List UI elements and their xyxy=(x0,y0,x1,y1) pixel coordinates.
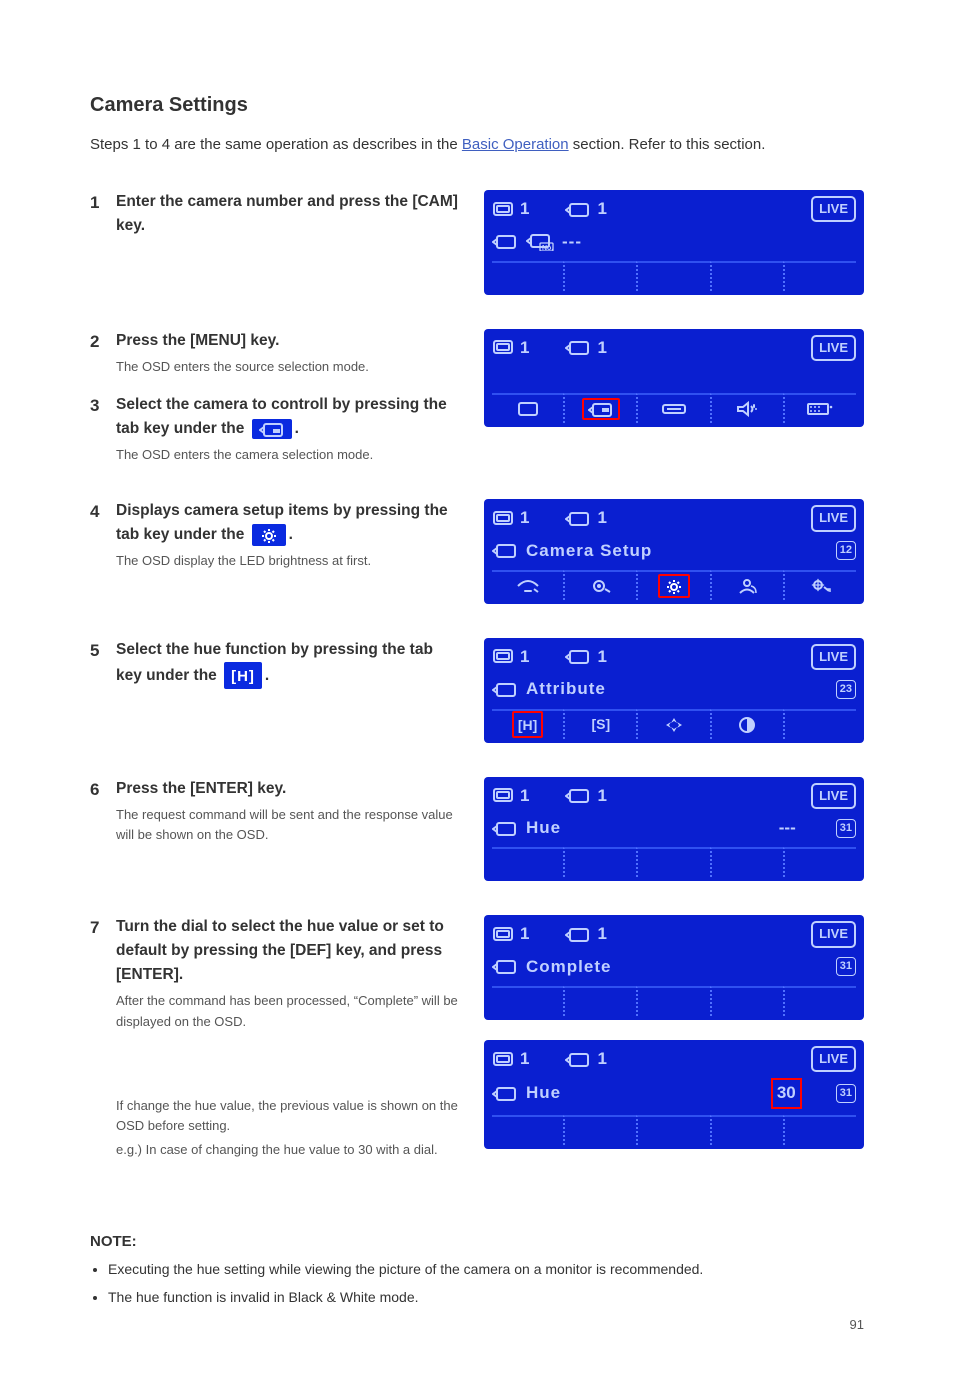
step-num-5: 5 xyxy=(90,638,116,664)
tab-spot[interactable] xyxy=(783,570,856,600)
intro-text: Steps 1 to 4 are the same operation as d… xyxy=(90,133,864,156)
note-title: NOTE: xyxy=(90,1230,864,1253)
step-7-sub2: If change the hue value, the previous va… xyxy=(116,1096,460,1136)
intro-pre: Steps 1 to 4 are the same operation as d… xyxy=(90,136,462,153)
step-7-sub: After the command has been processed, “C… xyxy=(116,991,460,1031)
monitor-icon xyxy=(492,335,514,361)
basic-operation-link[interactable]: Basic Operation xyxy=(462,136,569,153)
osd5-label: Hue xyxy=(526,815,561,841)
gear-icon-tag xyxy=(252,524,286,546)
tab-contrast[interactable] xyxy=(710,709,783,739)
step-num-3: 3 xyxy=(90,393,116,419)
tab-focus[interactable] xyxy=(563,570,636,600)
step-num-1: 1 xyxy=(90,190,116,216)
tab-bright[interactable] xyxy=(492,570,563,600)
osd-panel-6: 1 1 LIVE Complete 31 xyxy=(484,915,864,1020)
tab-camera[interactable] xyxy=(563,393,636,423)
step-3-sub: The OSD enters the camera selection mode… xyxy=(116,445,460,465)
camera-num: 1 xyxy=(597,196,606,222)
step-6-label: Press the [ENTER] key. xyxy=(116,780,286,797)
svg-text:No.: No. xyxy=(542,245,553,251)
osd5-value: --- xyxy=(779,815,796,841)
osd6-label: Complete xyxy=(526,954,611,980)
tab-slider[interactable] xyxy=(636,393,709,423)
tab-saturation[interactable]: [S] xyxy=(563,709,636,739)
monitor-icon xyxy=(492,196,514,222)
osd5-badge: 31 xyxy=(836,819,856,838)
tab-monitor[interactable] xyxy=(492,393,563,423)
step-1-label: Enter the camera number and press the [C… xyxy=(116,193,458,234)
intro-post: section. Refer to this section. xyxy=(573,136,766,153)
camera-icon-tag xyxy=(252,419,292,439)
step-4-sub: The OSD display the LED brightness at fi… xyxy=(116,551,460,571)
osd4-label: Attribute xyxy=(526,676,606,702)
osd3-label: Camera Setup xyxy=(526,538,652,564)
tab-keyboard[interactable] xyxy=(783,393,856,423)
step-7-label: Turn the dial to select the hue value or… xyxy=(116,918,444,983)
tab-setup[interactable] xyxy=(636,570,709,600)
osd1-value: --- xyxy=(562,229,582,255)
step-7-sub3: e.g.) In case of changing the hue value … xyxy=(116,1140,460,1160)
camera-icon xyxy=(492,229,518,255)
camera-no-icon: No. xyxy=(526,229,554,255)
section-title: Camera Settings xyxy=(90,90,864,121)
osd-panel-3: 1 1 LIVE Camera Setup 12 xyxy=(484,499,864,604)
step-num-4: 4 xyxy=(90,499,116,525)
note-section: NOTE: Executing the hue setting while vi… xyxy=(90,1230,864,1309)
tab-audio[interactable] xyxy=(710,393,783,423)
step-6-sub: The request command will be sent and the… xyxy=(116,805,460,845)
step-num-2: 2 xyxy=(90,329,116,355)
step-5-label: Select the hue function by pressing the … xyxy=(116,641,433,684)
tab-hue[interactable]: [H] xyxy=(492,709,563,739)
osd3-badge: 12 xyxy=(836,541,856,560)
page-number: 91 xyxy=(850,1315,864,1335)
osd-panel-1: 1 1 LIVE No. --- xyxy=(484,190,864,295)
osd-panel-5: 1 1 LIVE Hue --- 31 xyxy=(484,777,864,882)
live-badge: LIVE xyxy=(811,196,856,222)
camera-icon xyxy=(565,335,591,361)
monitor-num: 1 xyxy=(520,196,529,222)
step-num-7: 7 xyxy=(90,915,116,941)
osd-panel-4: 1 1 LIVE Attribute 23 [H] [S] xyxy=(484,638,864,743)
camera-icon xyxy=(565,196,591,222)
osd-panel-7: 1 1 LIVE Hue 30 31 xyxy=(484,1040,864,1149)
note-item-2: The hue function is invalid in Black & W… xyxy=(108,1287,864,1309)
osd4-badge: 23 xyxy=(836,680,856,699)
step-2-sub: The OSD enters the source selection mode… xyxy=(116,357,460,377)
h-icon-tag: [H] xyxy=(224,662,262,689)
note-item-1: Executing the hue setting while viewing … xyxy=(108,1259,864,1281)
step-2-label: Press the [MENU] key. xyxy=(116,332,279,349)
osd7-value: 30 xyxy=(771,1078,802,1108)
osd7-label: Hue xyxy=(526,1080,561,1106)
tab-sharpness[interactable] xyxy=(636,709,709,739)
step-num-6: 6 xyxy=(90,777,116,803)
live-badge: LIVE xyxy=(811,335,856,361)
tab-person[interactable] xyxy=(710,570,783,600)
osd7-badge: 31 xyxy=(836,1084,856,1103)
osd6-badge: 31 xyxy=(836,957,856,976)
osd-panel-2: 1 1 LIVE xyxy=(484,329,864,427)
